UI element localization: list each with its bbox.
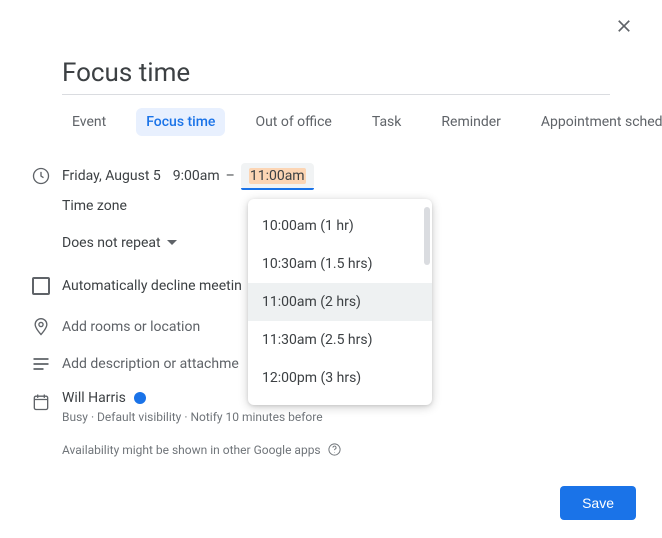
checkbox-icon bbox=[20, 277, 62, 295]
event-type-tabs: Event Focus time Out of office Task Remi… bbox=[62, 108, 662, 136]
color-dot bbox=[134, 392, 146, 404]
chevron-down-icon bbox=[167, 240, 177, 246]
close-icon bbox=[614, 16, 634, 36]
end-time-value: 11:00am bbox=[249, 168, 306, 184]
repeat-label: Does not repeat bbox=[62, 235, 161, 251]
timezone-row[interactable]: Time zone bbox=[20, 198, 127, 214]
close-button[interactable] bbox=[612, 14, 636, 38]
availability-note: Availability might be shown in other Goo… bbox=[62, 442, 342, 457]
description-icon bbox=[20, 354, 62, 374]
tab-event[interactable]: Event bbox=[62, 108, 116, 136]
location-placeholder: Add rooms or location bbox=[62, 319, 200, 335]
availability-text: Availability might be shown in other Goo… bbox=[62, 443, 321, 457]
time-separator: – bbox=[226, 168, 235, 184]
decline-label: Automatically decline meetin bbox=[62, 278, 242, 294]
tab-task[interactable]: Task bbox=[362, 108, 412, 136]
clock-icon bbox=[20, 166, 62, 186]
end-option-1[interactable]: 10:30am (1.5 hrs) bbox=[248, 245, 432, 283]
end-option-3[interactable]: 11:30am (2.5 hrs) bbox=[248, 321, 432, 359]
user-name: Will Harris bbox=[62, 390, 126, 406]
repeat-row[interactable]: Does not repeat bbox=[20, 235, 177, 251]
end-time-picker[interactable]: 11:00am bbox=[241, 163, 314, 189]
calendar-icon bbox=[20, 392, 62, 412]
dropdown-scrollbar[interactable] bbox=[424, 207, 430, 265]
tab-focus-time[interactable]: Focus time bbox=[136, 108, 225, 136]
save-button[interactable]: Save bbox=[560, 486, 636, 520]
active-underline bbox=[241, 188, 314, 190]
tab-out-of-office[interactable]: Out of office bbox=[245, 108, 341, 136]
location-row[interactable]: Add rooms or location bbox=[20, 317, 200, 337]
timezone-label: Time zone bbox=[62, 198, 127, 214]
description-placeholder: Add description or attachme bbox=[62, 356, 239, 372]
end-time-dropdown: 10:00am (1 hr) 10:30am (1.5 hrs) 11:00am… bbox=[248, 199, 432, 405]
start-time-picker[interactable]: 9:00am bbox=[173, 168, 220, 184]
event-title[interactable]: Focus time bbox=[62, 58, 610, 95]
decline-row[interactable]: Automatically decline meetin bbox=[20, 277, 242, 295]
end-option-0[interactable]: 10:00am (1 hr) bbox=[248, 207, 432, 245]
description-row[interactable]: Add description or attachme bbox=[20, 354, 239, 374]
location-icon bbox=[20, 317, 62, 337]
end-option-4[interactable]: 12:00pm (3 hrs) bbox=[248, 359, 432, 397]
tab-reminder[interactable]: Reminder bbox=[431, 108, 511, 136]
tab-appointment[interactable]: Appointment schedule bbox=[531, 108, 662, 136]
user-sub: Busy · Default visibility · Notify 10 mi… bbox=[62, 410, 323, 424]
help-icon[interactable] bbox=[327, 442, 342, 457]
date-picker[interactable]: Friday, August 5 bbox=[62, 168, 161, 184]
end-option-2[interactable]: 11:00am (2 hrs) bbox=[248, 283, 432, 321]
time-row: Friday, August 5 9:00am – 11:00am bbox=[20, 163, 314, 189]
